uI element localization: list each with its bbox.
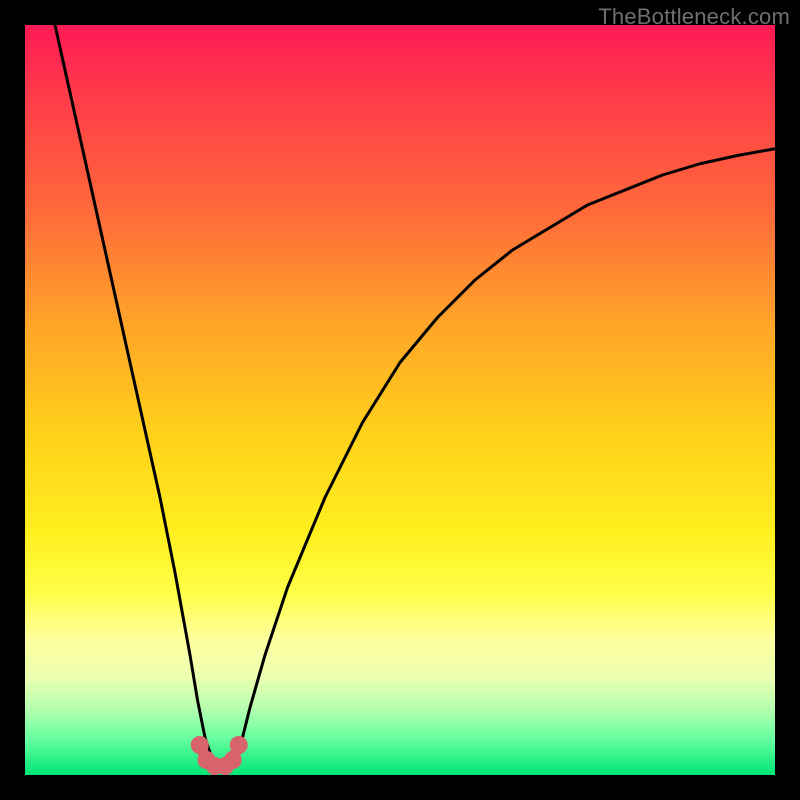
marker-group <box>191 736 248 775</box>
valley-marker <box>230 736 248 754</box>
watermark-text: TheBottleneck.com <box>598 4 790 30</box>
curve-left_branch <box>55 25 213 760</box>
curve-svg <box>25 25 775 775</box>
curve-right_branch <box>235 149 775 760</box>
chart-frame <box>25 25 775 775</box>
series-group <box>55 25 775 760</box>
